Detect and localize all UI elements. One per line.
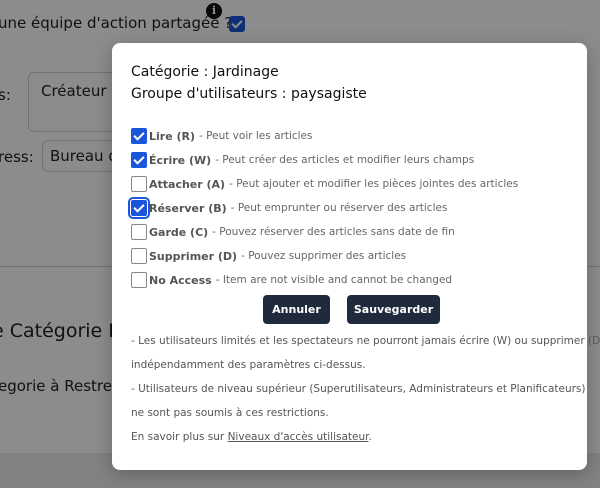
learn-more-suffix: . <box>368 431 372 443</box>
permission-attach[interactable]: Attacher (A) - Peut ajouter et modifier … <box>131 175 518 193</box>
book-checkbox[interactable] <box>128 197 150 219</box>
permission-name: Réserver (B) <box>149 201 227 215</box>
no-access-checkbox[interactable] <box>131 272 147 288</box>
custody-checkbox[interactable] <box>131 224 147 240</box>
permission-description: - Peut emprunter ou réserver des article… <box>230 202 448 214</box>
read-checkbox[interactable] <box>131 128 147 144</box>
note-line: - Les utilisateurs limités et les specta… <box>131 335 600 347</box>
permission-name: Garde (C) <box>149 225 209 239</box>
note-line: ne sont pas soumis à ces restrictions. <box>131 407 329 419</box>
permission-name: Écrire (W) <box>149 153 212 167</box>
permission-no-access[interactable]: No Access - Item are not visible and can… <box>131 271 452 289</box>
note-line: indépendamment des paramètres ci-dessus. <box>131 359 366 371</box>
permission-description: - Pouvez réserver des articles sans date… <box>212 226 455 238</box>
cancel-button[interactable]: Annuler <box>263 295 330 324</box>
permission-write[interactable]: Écrire (W) - Peut créer des articles et … <box>131 151 474 169</box>
save-button[interactable]: Sauvegarder <box>347 295 440 324</box>
permission-name: Supprimer (D) <box>149 249 238 263</box>
permission-read[interactable]: Lire (R) - Peut voir les articles <box>131 127 313 145</box>
delete-checkbox[interactable] <box>131 248 147 264</box>
permission-name: No Access <box>149 273 212 287</box>
note-line: - Utilisateurs de niveau supérieur (Supe… <box>131 383 586 395</box>
permission-delete[interactable]: Supprimer (D) - Pouvez supprimer des art… <box>131 247 406 265</box>
permission-description: - Item are not visible and cannot be cha… <box>215 274 453 286</box>
user-access-levels-link[interactable]: Niveaux d'accès utilisateur <box>228 431 369 443</box>
permission-description: - Peut voir les articles <box>199 130 313 142</box>
permission-book[interactable]: Réserver (B) - Peut emprunter ou réserve… <box>128 197 448 219</box>
learn-more-prefix: En savoir plus sur <box>131 431 225 443</box>
write-checkbox[interactable] <box>131 152 147 168</box>
permission-custody[interactable]: Garde (C) - Pouvez réserver des articles… <box>131 223 455 241</box>
category-title: Catégorie : Jardinage <box>131 64 279 80</box>
permission-description: - Peut ajouter et modifier les pièces jo… <box>229 178 519 190</box>
permissions-modal: Catégorie : Jardinage Groupe d'utilisate… <box>112 43 600 470</box>
permission-description: - Peut créer des articles et modifier le… <box>215 154 475 166</box>
attach-checkbox[interactable] <box>131 176 147 192</box>
permission-description: - Pouvez supprimer des articles <box>241 250 407 262</box>
learn-more-line: En savoir plus sur Niveaux d'accès utili… <box>131 431 372 443</box>
permission-name: Attacher (A) <box>149 177 226 191</box>
user-group-title: Groupe d'utilisateurs : paysagiste <box>131 86 367 102</box>
permission-name: Lire (R) <box>149 129 196 143</box>
